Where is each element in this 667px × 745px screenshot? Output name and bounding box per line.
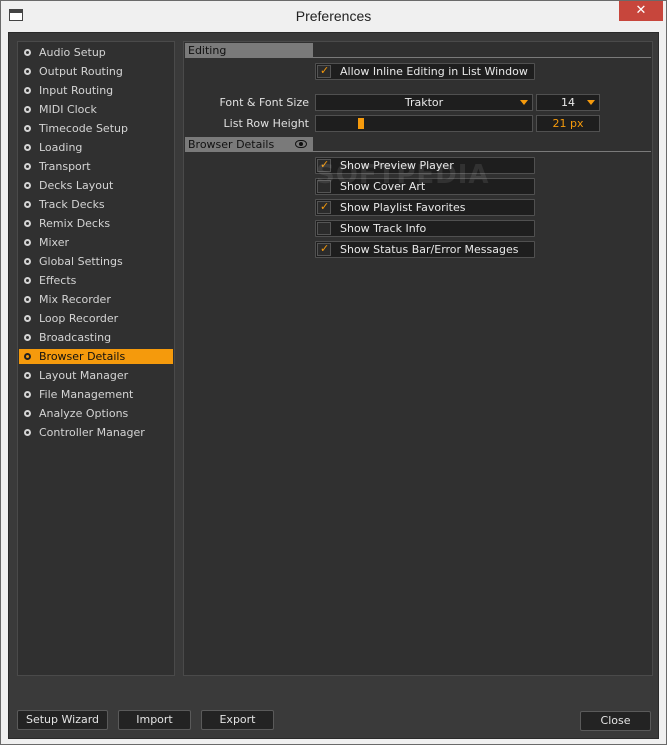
row-height-label: List Row Height	[223, 117, 309, 130]
bullet-icon	[24, 372, 31, 379]
sidebar-item-timecode-setup[interactable]: Timecode Setup	[19, 121, 173, 136]
font-size-value: 14	[561, 96, 575, 109]
allow-inline-editing-checkbox[interactable]: ✓ Allow Inline Editing in List Window	[315, 63, 535, 80]
checkbox-box: ✓	[317, 242, 331, 256]
bullet-icon	[24, 315, 31, 322]
sidebar-item-effects[interactable]: Effects	[19, 273, 173, 288]
bullet-icon	[24, 258, 31, 265]
sidebar-item-output-routing[interactable]: Output Routing	[19, 64, 173, 79]
editing-section-header: Editing	[185, 43, 651, 58]
import-button[interactable]: Import	[118, 710, 191, 730]
checkbox-box: ✓	[317, 200, 331, 214]
sidebar-item-browser-details[interactable]: Browser Details	[19, 349, 173, 364]
browser-details-section-header: Browser Details	[185, 137, 651, 152]
sidebar-item-track-decks[interactable]: Track Decks	[19, 197, 173, 212]
sidebar-item-mixer[interactable]: Mixer	[19, 235, 173, 250]
bullet-icon	[24, 353, 31, 360]
close-button[interactable]: Close	[580, 711, 651, 731]
row-height-value[interactable]: 21 px	[536, 115, 600, 132]
bullet-icon	[24, 410, 31, 417]
browser-details-panel: Editing ✓ Allow Inline Editing in List W…	[183, 41, 653, 676]
bullet-icon	[24, 429, 31, 436]
bullet-icon	[24, 277, 31, 284]
preferences-client: Audio Setup Output Routing Input Routing…	[8, 32, 659, 739]
editing-section-title: Editing	[185, 43, 313, 58]
sidebar-item-input-routing[interactable]: Input Routing	[19, 83, 173, 98]
font-dropdown-value: Traktor	[404, 96, 444, 109]
window-close-button[interactable]: ✕	[619, 1, 663, 21]
bullet-icon	[24, 106, 31, 113]
dropdown-arrow-icon	[587, 100, 595, 105]
sidebar-item-file-management[interactable]: File Management	[19, 387, 173, 402]
row-height-slider[interactable]	[315, 115, 533, 132]
window-title: Preferences	[295, 8, 372, 24]
bullet-icon	[24, 49, 31, 56]
bullet-icon	[24, 182, 31, 189]
section-divider	[313, 57, 651, 58]
bullet-icon	[24, 201, 31, 208]
show-status-bar-checkbox[interactable]: ✓ Show Status Bar/Error Messages	[315, 241, 535, 258]
show-playlist-favorites-checkbox[interactable]: ✓ Show Playlist Favorites	[315, 199, 535, 216]
sidebar-item-decks-layout[interactable]: Decks Layout	[19, 178, 173, 193]
sidebar-item-mix-recorder[interactable]: Mix Recorder	[19, 292, 173, 307]
eye-icon[interactable]	[295, 140, 307, 148]
sidebar-item-layout-manager[interactable]: Layout Manager	[19, 368, 173, 383]
export-button[interactable]: Export	[201, 710, 274, 730]
sidebar-item-audio-setup[interactable]: Audio Setup	[19, 45, 173, 60]
bullet-icon	[24, 144, 31, 151]
sidebar-item-global-settings[interactable]: Global Settings	[19, 254, 173, 269]
font-label: Font & Font Size	[219, 96, 309, 109]
browser-details-title-text: Browser Details	[188, 138, 275, 151]
bullet-icon	[24, 239, 31, 246]
bullet-icon	[24, 391, 31, 398]
sidebar-item-loop-recorder[interactable]: Loop Recorder	[19, 311, 173, 326]
preferences-sidebar: Audio Setup Output Routing Input Routing…	[17, 41, 175, 676]
sidebar-item-loading[interactable]: Loading	[19, 140, 173, 155]
checkbox-box: ✓	[317, 64, 331, 78]
sidebar-item-broadcasting[interactable]: Broadcasting	[19, 330, 173, 345]
bullet-icon	[24, 68, 31, 75]
sidebar-item-remix-decks[interactable]: Remix Decks	[19, 216, 173, 231]
bullet-icon	[24, 334, 31, 341]
sidebar-item-analyze-options[interactable]: Analyze Options	[19, 406, 173, 421]
bullet-icon	[24, 220, 31, 227]
section-divider	[313, 151, 651, 152]
slider-handle[interactable]	[358, 118, 364, 129]
preferences-window: Preferences ✕ Audio Setup Output Routing…	[0, 0, 667, 745]
setup-wizard-button[interactable]: Setup Wizard	[17, 710, 108, 730]
show-track-info-checkbox[interactable]: Show Track Info	[315, 220, 535, 237]
softpedia-watermark: SOFTPEDIA	[316, 160, 490, 190]
dropdown-arrow-icon	[520, 100, 528, 105]
bullet-icon	[24, 296, 31, 303]
checkbox-box	[317, 222, 331, 235]
browser-details-section-title: Browser Details	[185, 137, 313, 152]
bullet-icon	[24, 163, 31, 170]
checkmark-icon: ✓	[320, 64, 330, 77]
sidebar-item-midi-clock[interactable]: MIDI Clock	[19, 102, 173, 117]
sidebar-item-transport[interactable]: Transport	[19, 159, 173, 174]
checkmark-icon: ✓	[320, 242, 330, 255]
title-bar: Preferences ✕	[1, 1, 666, 33]
sidebar-item-controller-manager[interactable]: Controller Manager	[19, 425, 173, 440]
font-dropdown[interactable]: Traktor	[315, 94, 533, 111]
font-size-dropdown[interactable]: 14	[536, 94, 600, 111]
checkmark-icon: ✓	[320, 200, 330, 213]
bullet-icon	[24, 125, 31, 132]
bullet-icon	[24, 87, 31, 94]
